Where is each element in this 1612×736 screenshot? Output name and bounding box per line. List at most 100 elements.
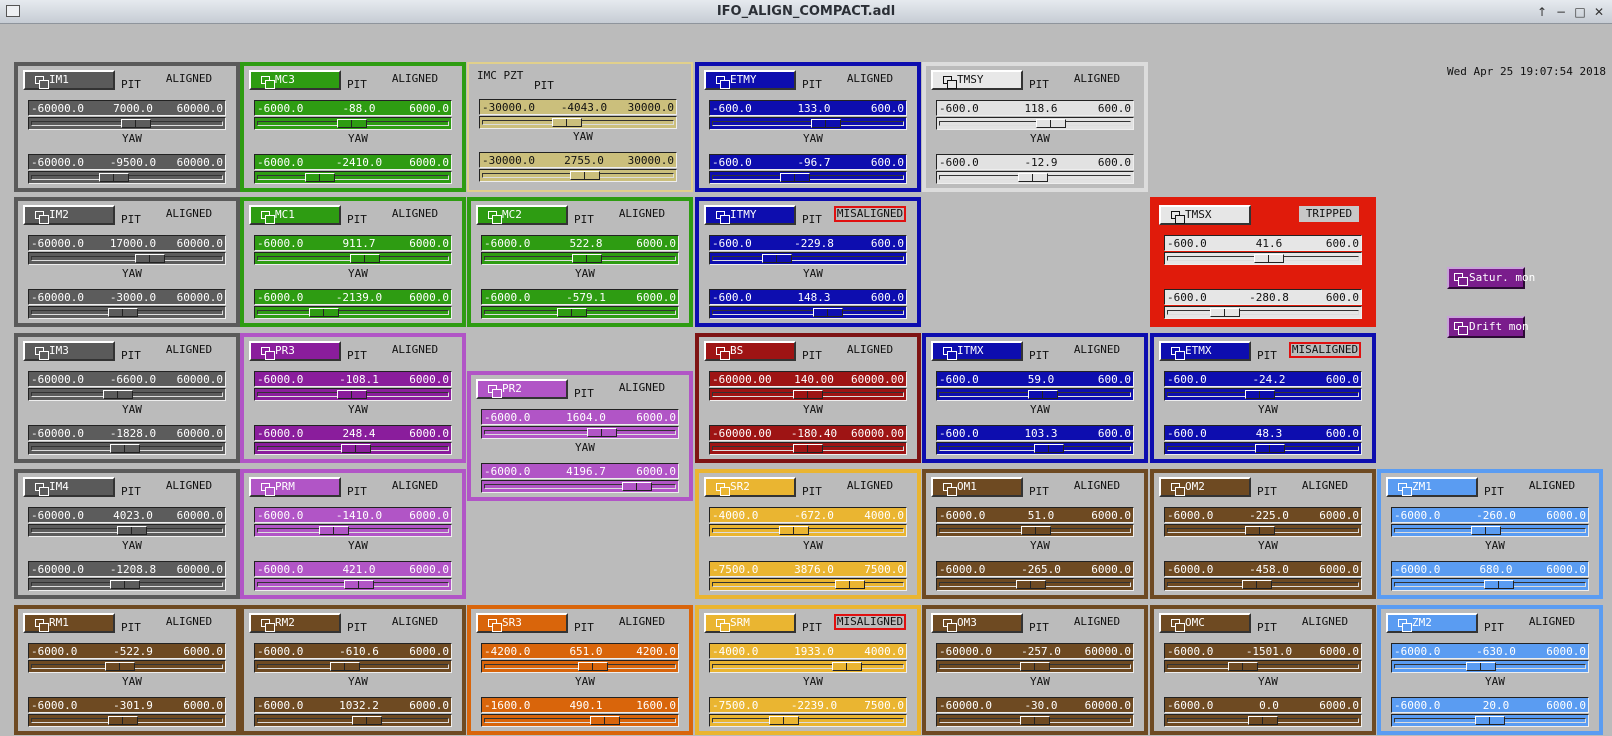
- pit-slider[interactable]: [1164, 252, 1362, 265]
- pit-slider[interactable]: [254, 117, 452, 130]
- close-icon[interactable]: ✕: [1591, 4, 1607, 20]
- yaw-slider-thumb[interactable]: [1210, 308, 1241, 317]
- related-display-itmy[interactable]: ITMY: [704, 205, 796, 225]
- pit-slider[interactable]: [709, 660, 907, 673]
- pit-slider[interactable]: [709, 117, 907, 130]
- pit-slider-thumb[interactable]: [103, 390, 134, 399]
- pit-slider[interactable]: [28, 117, 226, 130]
- yaw-slider-thumb[interactable]: [1475, 716, 1506, 725]
- pit-slider-thumb[interactable]: [1020, 526, 1051, 535]
- raise-icon[interactable]: ↑: [1534, 4, 1550, 20]
- related-display-zm2[interactable]: ZM2: [1386, 613, 1478, 633]
- yaw-slider[interactable]: [254, 442, 452, 455]
- minimize-icon[interactable]: −: [1553, 4, 1569, 20]
- pit-slider-thumb[interactable]: [1019, 662, 1050, 671]
- pit-slider[interactable]: [28, 660, 226, 673]
- yaw-slider[interactable]: [479, 169, 677, 182]
- yaw-slider[interactable]: [254, 714, 452, 727]
- yaw-slider[interactable]: [936, 578, 1134, 591]
- pit-slider[interactable]: [936, 388, 1134, 401]
- yaw-slider-thumb[interactable]: [341, 444, 372, 453]
- maximize-icon[interactable]: □: [1572, 4, 1588, 20]
- yaw-slider-thumb[interactable]: [99, 173, 130, 182]
- pit-slider-thumb[interactable]: [350, 254, 381, 263]
- pit-slider-thumb[interactable]: [117, 526, 148, 535]
- pit-slider-thumb[interactable]: [1027, 390, 1058, 399]
- related-display-itmx[interactable]: ITMX: [931, 341, 1023, 361]
- pit-slider-thumb[interactable]: [572, 254, 603, 263]
- yaw-slider-thumb[interactable]: [570, 171, 601, 180]
- yaw-slider[interactable]: [709, 171, 907, 184]
- yaw-slider-thumb[interactable]: [109, 444, 140, 453]
- yaw-slider[interactable]: [1164, 306, 1362, 319]
- yaw-slider-thumb[interactable]: [621, 482, 652, 491]
- yaw-slider[interactable]: [254, 578, 452, 591]
- related-display-mc3[interactable]: MC3: [249, 70, 341, 90]
- yaw-slider-thumb[interactable]: [1484, 580, 1515, 589]
- yaw-slider[interactable]: [1164, 578, 1362, 591]
- yaw-slider-thumb[interactable]: [1016, 580, 1047, 589]
- yaw-slider[interactable]: [28, 171, 226, 184]
- yaw-slider-thumb[interactable]: [792, 444, 823, 453]
- related-display-im3[interactable]: IM3: [23, 341, 115, 361]
- satur-mon-button[interactable]: Satur. mon: [1447, 267, 1535, 289]
- yaw-slider-thumb[interactable]: [813, 308, 844, 317]
- pit-slider-thumb[interactable]: [832, 662, 863, 671]
- yaw-slider-thumb[interactable]: [779, 173, 810, 182]
- pit-slider[interactable]: [936, 660, 1134, 673]
- related-display-im4[interactable]: IM4: [23, 477, 115, 497]
- yaw-slider-thumb[interactable]: [1033, 444, 1064, 453]
- yaw-slider-thumb[interactable]: [1254, 444, 1285, 453]
- pit-slider[interactable]: [1164, 388, 1362, 401]
- yaw-slider-thumb[interactable]: [589, 716, 620, 725]
- related-display-pr3[interactable]: PR3: [249, 341, 341, 361]
- related-display-om3[interactable]: OM3: [931, 613, 1023, 633]
- yaw-slider[interactable]: [936, 171, 1134, 184]
- pit-slider[interactable]: [254, 388, 452, 401]
- yaw-slider[interactable]: [28, 442, 226, 455]
- yaw-slider-thumb[interactable]: [1248, 716, 1278, 725]
- related-display-zm1[interactable]: ZM1: [1386, 477, 1478, 497]
- related-display-bs[interactable]: BS: [704, 341, 796, 361]
- pit-slider[interactable]: [254, 660, 452, 673]
- related-display-mc2[interactable]: MC2: [476, 205, 568, 225]
- yaw-slider[interactable]: [28, 306, 226, 319]
- pit-slider-thumb[interactable]: [1466, 662, 1497, 671]
- yaw-slider[interactable]: [28, 578, 226, 591]
- pit-slider-thumb[interactable]: [793, 390, 824, 399]
- yaw-slider[interactable]: [1391, 578, 1589, 591]
- yaw-slider-thumb[interactable]: [110, 580, 141, 589]
- yaw-slider-thumb[interactable]: [834, 580, 865, 589]
- related-display-im1[interactable]: IM1: [23, 70, 115, 90]
- pit-slider[interactable]: [254, 252, 452, 265]
- related-display-srm[interactable]: SRM: [704, 613, 796, 633]
- pit-slider-thumb[interactable]: [329, 662, 360, 671]
- related-display-tmsx[interactable]: TMSX: [1159, 205, 1251, 225]
- related-display-om1[interactable]: OM1: [931, 477, 1023, 497]
- pit-slider[interactable]: [481, 660, 679, 673]
- pit-slider-thumb[interactable]: [121, 119, 152, 128]
- pit-slider[interactable]: [936, 524, 1134, 537]
- related-display-mc1[interactable]: MC1: [249, 205, 341, 225]
- yaw-slider-thumb[interactable]: [1018, 173, 1049, 182]
- related-display-omc[interactable]: OMC: [1159, 613, 1251, 633]
- pit-slider[interactable]: [481, 252, 679, 265]
- pit-slider[interactable]: [1391, 660, 1589, 673]
- pit-slider-thumb[interactable]: [1227, 662, 1258, 671]
- pit-slider[interactable]: [1391, 524, 1589, 537]
- pit-slider-thumb[interactable]: [1036, 119, 1066, 128]
- related-display-etmy[interactable]: ETMY: [704, 70, 796, 90]
- pit-slider-thumb[interactable]: [336, 390, 367, 399]
- pit-slider[interactable]: [481, 426, 679, 439]
- yaw-slider[interactable]: [1391, 714, 1589, 727]
- yaw-slider[interactable]: [936, 714, 1134, 727]
- related-display-rm1[interactable]: RM1: [23, 613, 115, 633]
- yaw-slider[interactable]: [254, 171, 452, 184]
- pit-slider-thumb[interactable]: [552, 118, 583, 127]
- related-display-pr2[interactable]: PR2: [476, 379, 568, 399]
- pit-slider[interactable]: [936, 117, 1134, 130]
- pit-slider-thumb[interactable]: [336, 119, 367, 128]
- pit-slider[interactable]: [28, 252, 226, 265]
- yaw-slider-thumb[interactable]: [343, 580, 374, 589]
- yaw-slider-thumb[interactable]: [1019, 716, 1050, 725]
